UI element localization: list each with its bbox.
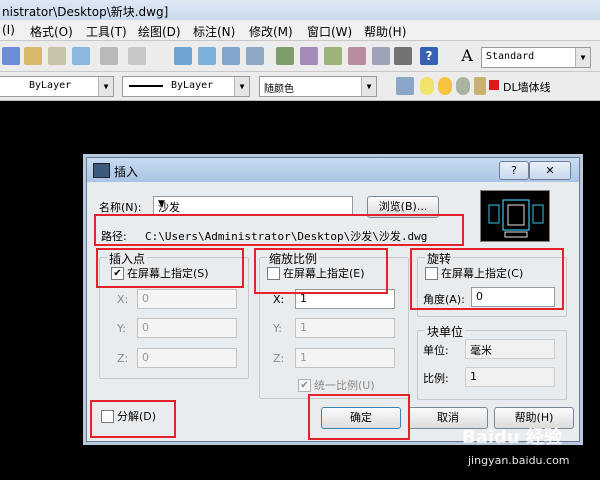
rotation-highlight-box	[410, 248, 564, 310]
unit-label: 单位:	[423, 344, 449, 357]
insertion-x-field[interactable]: 0	[137, 289, 237, 309]
uniform-scale-checkbox[interactable]: ✔	[298, 379, 311, 392]
name-label: 名称(N):	[99, 201, 142, 214]
window-title-bar: nistrator\Desktop\新块.dwg]	[0, 0, 600, 21]
insertion-x-value: 0	[142, 292, 149, 305]
help-icon[interactable]: ?	[420, 47, 438, 65]
explode-highlight-box	[90, 400, 176, 438]
open-file-icon[interactable]	[24, 47, 42, 65]
uniform-scale-label: 统一比例(U)	[314, 379, 375, 392]
watermark-logo: Baidu 经验	[462, 427, 563, 448]
insertion-y-value: 0	[142, 321, 149, 334]
scale-y-label: Y:	[273, 322, 282, 335]
calculator-icon[interactable]	[394, 47, 412, 65]
chevron-down-icon: ▼	[361, 77, 376, 96]
menu-dimension[interactable]: 标注(N)	[193, 23, 235, 40]
sheet-set-icon[interactable]	[348, 47, 366, 65]
insertion-z-value: 0	[142, 351, 149, 364]
block-preview	[480, 190, 550, 242]
redo-icon[interactable]	[128, 47, 146, 65]
properties-icon[interactable]	[276, 47, 294, 65]
linetype-combo[interactable]: ByLayer ▼	[0, 76, 114, 97]
design-center-icon[interactable]	[300, 47, 318, 65]
zoom-previous-icon[interactable]	[246, 47, 264, 65]
standard-toolbar: ? A Standard ▼	[0, 41, 600, 72]
factor-readout: 1	[465, 367, 555, 387]
chevron-down-icon: ▼	[158, 199, 165, 209]
insertion-z-field[interactable]: 0	[137, 348, 237, 368]
scale-z-label: Z:	[273, 352, 285, 365]
scale-z-value: 1	[300, 351, 307, 364]
unit-readout: 毫米	[465, 339, 555, 359]
menu-window[interactable]: 窗口(W)	[307, 23, 352, 40]
chevron-down-icon: ▼	[234, 77, 249, 96]
markup-icon[interactable]	[372, 47, 390, 65]
menu-modify[interactable]: 修改(M)	[249, 23, 293, 40]
factor-label: 比例:	[423, 372, 449, 385]
dialog-title-bar: 插入 ? ✕	[87, 158, 579, 182]
insertion-z-label: Z:	[117, 352, 129, 365]
pan-icon[interactable]	[174, 47, 192, 65]
undo-icon[interactable]	[100, 47, 118, 65]
scale-y-value: 1	[300, 321, 307, 334]
menu-bar: (I) 格式(O) 工具(T) 绘图(D) 标注(N) 修改(M) 窗口(W) …	[0, 20, 600, 41]
lock-icon[interactable]	[474, 77, 486, 95]
scale-y-field[interactable]: 1	[295, 318, 395, 338]
line-preview-icon	[129, 85, 163, 87]
layers-icon[interactable]	[396, 77, 414, 95]
layer-name: DL墙体线	[503, 81, 551, 94]
chevron-down-icon: ▼	[98, 77, 113, 96]
text-style-value: Standard	[486, 51, 535, 62]
save-icon[interactable]	[48, 47, 66, 65]
insertion-highlight-box	[96, 248, 244, 288]
window-title: nistrator\Desktop\新块.dwg]	[2, 5, 169, 19]
linetype-value: ByLayer	[29, 80, 72, 91]
viewport-freeze-icon[interactable]	[456, 77, 470, 95]
menu-help[interactable]: 帮助(H)	[364, 23, 406, 40]
block-unit-title: 块单位	[425, 323, 466, 340]
chevron-down-icon: ▼	[575, 48, 590, 67]
tool-palettes-icon[interactable]	[324, 47, 342, 65]
insert-block-icon	[93, 163, 110, 178]
lightbulb-icon[interactable]	[420, 77, 434, 95]
new-file-icon[interactable]	[2, 47, 20, 65]
color-combo[interactable]: 随颜色 ▼	[259, 76, 377, 97]
watermark-url: jingyan.baidu.com	[468, 454, 570, 467]
path-highlight-box	[94, 214, 464, 246]
factor-value: 1	[470, 370, 477, 383]
dialog-title: 插入	[114, 165, 139, 179]
insertion-y-label: Y:	[117, 322, 126, 335]
properties-toolbar: ByLayer ▼ ByLayer ▼ 随颜色 ▼ DL墙体线	[0, 72, 600, 101]
lineweight-value: ByLayer	[171, 80, 214, 91]
insertion-x-label: X:	[117, 293, 129, 306]
insertion-y-field[interactable]: 0	[137, 318, 237, 338]
zoom-window-icon[interactable]	[222, 47, 240, 65]
menu-tools[interactable]: 工具(T)	[86, 23, 127, 40]
dialog-close-button[interactable]: ✕	[529, 161, 571, 180]
color-value: 随颜色	[264, 84, 294, 95]
sofa-preview-icon	[488, 199, 544, 238]
layer-color-swatch-icon	[489, 80, 499, 90]
scale-z-field[interactable]: 1	[295, 348, 395, 368]
text-style-combo[interactable]: Standard ▼	[481, 47, 591, 68]
menu-draw[interactable]: 绘图(D)	[138, 23, 181, 40]
sun-icon[interactable]	[438, 77, 452, 95]
zoom-realtime-icon[interactable]	[198, 47, 216, 65]
ok-highlight-box	[308, 394, 410, 440]
scale-x-label: X:	[273, 293, 285, 306]
block-name-combo[interactable]: 沙发 ▼	[153, 196, 353, 216]
menu-insert[interactable]: (I)	[2, 23, 15, 37]
dialog-help-button[interactable]: ?	[499, 161, 529, 180]
text-style-icon[interactable]: A	[458, 47, 476, 65]
lineweight-combo[interactable]: ByLayer ▼	[122, 76, 250, 97]
menu-format[interactable]: 格式(O)	[30, 23, 73, 40]
print-icon[interactable]	[72, 47, 90, 65]
scale-highlight-box	[254, 248, 388, 294]
unit-value: 毫米	[470, 344, 492, 357]
